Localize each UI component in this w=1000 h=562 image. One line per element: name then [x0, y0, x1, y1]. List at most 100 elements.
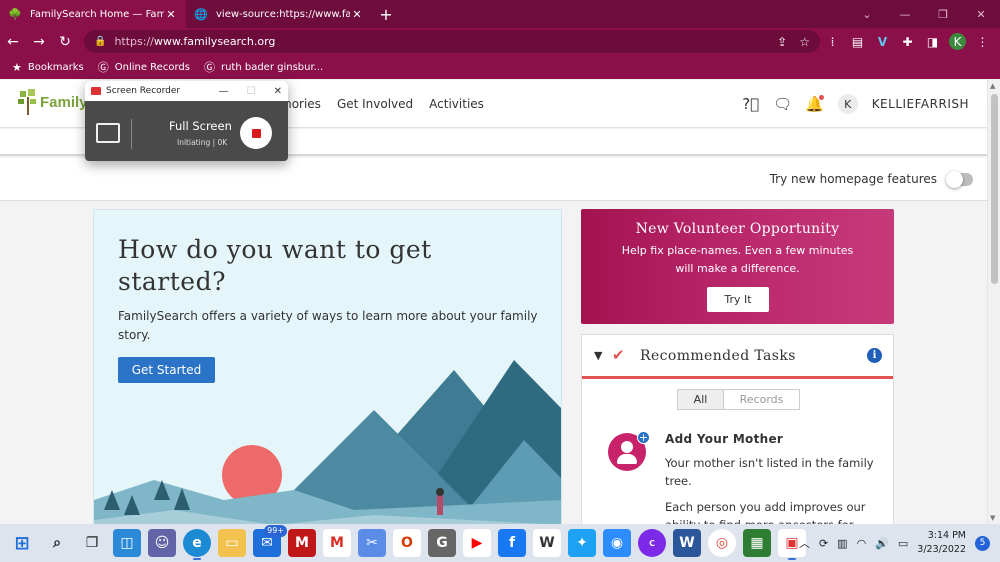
teams-chat-icon[interactable]: ☺ [148, 529, 176, 557]
snipping-tool-icon[interactable]: ✂ [358, 529, 386, 557]
sync-icon[interactable]: ⟳ [819, 537, 828, 550]
volume-icon[interactable]: 🔊 [875, 537, 889, 550]
header-actions: ?⃝ 🗨 🔔 K KELLIEFARRISH [742, 80, 969, 128]
recorder-title: Screen Recorder [106, 86, 181, 96]
help-icon[interactable]: ?⃝ [742, 95, 760, 113]
show-hidden-icons-icon[interactable]: ︿ [799, 535, 810, 551]
side-panel-icon[interactable]: ◨ [924, 33, 941, 50]
toggle-knob [946, 171, 963, 188]
new-tab-button[interactable]: + [372, 0, 400, 28]
close-icon[interactable]: ✕ [274, 86, 282, 97]
lock-icon[interactable]: 🔒 [94, 36, 106, 47]
widgets-icon[interactable]: ◫ [113, 529, 141, 557]
clock[interactable]: 3:14 PM 3/23/2022 [917, 529, 966, 557]
tasks-title: Recommended Tasks [640, 348, 796, 364]
zoom-icon[interactable]: ◉ [603, 529, 631, 557]
task-view-icon[interactable]: ❐ [78, 529, 106, 557]
user-avatar[interactable]: K [837, 94, 858, 114]
wordpress-icon[interactable]: W [533, 529, 561, 557]
extension-docs-icon[interactable]: ▤ [849, 33, 866, 50]
nav-activities[interactable]: Activities [429, 97, 484, 111]
recommended-tasks-card: ▼ ✔ Recommended Tasks i All Records + Ad… [581, 334, 894, 524]
clock-time: 3:14 PM [927, 530, 966, 541]
try-features-toggle[interactable] [946, 171, 973, 188]
bookmark-online-records[interactable]: Ⓖ Online Records [98, 59, 190, 75]
bookmark-star-icon[interactable]: ☆ [799, 35, 810, 49]
twitter-icon[interactable]: ✦ [568, 529, 596, 557]
scroll-down-icon[interactable]: ▼ [990, 514, 995, 522]
search-icon[interactable]: ⌕ [43, 529, 71, 557]
mail-icon[interactable]: ✉ 99+ [253, 525, 287, 557]
minimize-icon[interactable]: — [219, 86, 229, 97]
share-icon[interactable]: ⇪ [777, 35, 787, 49]
task-title[interactable]: Add Your Mother [665, 432, 783, 446]
profile-avatar[interactable]: K [949, 33, 966, 50]
bookmark-rbg[interactable]: Ⓖ ruth bader ginsbur... [204, 59, 323, 75]
word-icon[interactable]: W [673, 529, 701, 557]
file-explorer-icon[interactable]: ▭ [218, 529, 246, 557]
edge-icon[interactable]: e [183, 529, 211, 560]
store-icon[interactable]: ▦ [743, 529, 771, 557]
gmail-icon[interactable]: M [323, 529, 351, 557]
try-it-button[interactable]: Try It [707, 287, 769, 312]
tab-title: FamilySearch Home — FamilySear [30, 8, 164, 20]
user-name[interactable]: KELLIEFARRISH [872, 97, 969, 111]
file-size: 0K [217, 138, 228, 147]
extensions-area: ⁞ ▤ V ✚ ◨ K ⋮ [824, 28, 991, 55]
chrome-icon[interactable]: ◎ [708, 529, 736, 557]
bookmark-label: Bookmarks [27, 61, 84, 73]
stop-recording-button[interactable] [240, 117, 272, 149]
mail-badge: 99+ [264, 525, 287, 537]
collapse-caret-icon[interactable]: ▼ [594, 349, 602, 362]
nav-get-involved[interactable]: Get Involved [337, 97, 413, 111]
notes-icon[interactable]: ▥ [837, 537, 847, 550]
stop-icon [251, 128, 261, 138]
tab-search-icon[interactable]: ⌄ [848, 0, 886, 28]
messages-icon[interactable]: 🗨 [773, 95, 792, 113]
tab-familysearch-home[interactable]: 🌳 FamilySearch Home — FamilySear ✕ [0, 0, 186, 28]
maximize-icon[interactable]: ☐ [247, 86, 256, 97]
avatar-head [621, 441, 633, 453]
minimize-icon[interactable]: — [886, 0, 924, 28]
hero-body: FamilySearch offers a variety of ways to… [118, 309, 538, 342]
extension-icon[interactable]: ⁞ [824, 33, 841, 50]
notification-center-badge[interactable]: 5 [975, 535, 990, 551]
task-body-more: Each person you add improves our ability… [665, 500, 866, 524]
office-icon[interactable]: O [393, 529, 421, 557]
wifi-icon[interactable]: ◠ [857, 537, 867, 550]
filter-records[interactable]: Records [724, 389, 800, 410]
google-icon: Ⓖ [203, 61, 215, 74]
page-scrollbar[interactable]: ▲ ▼ [987, 80, 1000, 524]
scroll-up-icon[interactable]: ▲ [990, 82, 995, 90]
info-icon[interactable]: i [867, 348, 882, 363]
back-arrow-icon[interactable]: ← [0, 29, 26, 55]
bookmark-bookmarks[interactable]: ★ Bookmarks [12, 61, 84, 74]
extensions-puzzle-icon[interactable]: ✚ [899, 33, 916, 50]
close-tab-icon[interactable]: ✕ [350, 8, 364, 21]
reload-icon[interactable]: ↻ [52, 29, 78, 55]
browser-menu-icon[interactable]: ⋮ [974, 33, 991, 50]
filter-all[interactable]: All [677, 389, 724, 410]
canva-icon[interactable]: C [638, 529, 666, 557]
windows-start-icon[interactable]: ⊞ [8, 529, 36, 557]
close-window-icon[interactable]: ✕ [962, 0, 1000, 28]
mother-avatar-icon[interactable]: + [608, 431, 650, 471]
mcafee-icon[interactable]: M [288, 529, 316, 557]
notifications-bell-icon[interactable]: 🔔 [805, 95, 824, 113]
scrollbar-thumb[interactable] [991, 94, 998, 284]
vimeo-extension-icon[interactable]: V [874, 33, 891, 50]
google-icon[interactable]: G [428, 529, 456, 557]
close-tab-icon[interactable]: ✕ [164, 8, 178, 21]
address-bar[interactable]: 🔒 https:// www.familysearch.org ⇪ ☆ [84, 30, 820, 53]
forward-arrow-icon[interactable]: → [26, 29, 52, 55]
restore-icon[interactable]: ❐ [924, 0, 962, 28]
recorder-titlebar[interactable]: Screen Recorder — ☐ ✕ [85, 81, 288, 101]
battery-icon[interactable]: ▭ [898, 537, 908, 550]
promo-title: New Volunteer Opportunity [635, 221, 840, 237]
address-toolbar: ← → ↻ 🔒 https:// www.familysearch.org ⇪ … [0, 28, 1000, 55]
youtube-icon[interactable]: ▶ [463, 529, 491, 557]
tab-view-source[interactable]: 🌐 view-source:https://www.familysear ✕ [186, 0, 372, 28]
facebook-icon[interactable]: f [498, 529, 526, 557]
monitor-icon[interactable] [96, 123, 120, 143]
notification-dot [818, 95, 824, 100]
